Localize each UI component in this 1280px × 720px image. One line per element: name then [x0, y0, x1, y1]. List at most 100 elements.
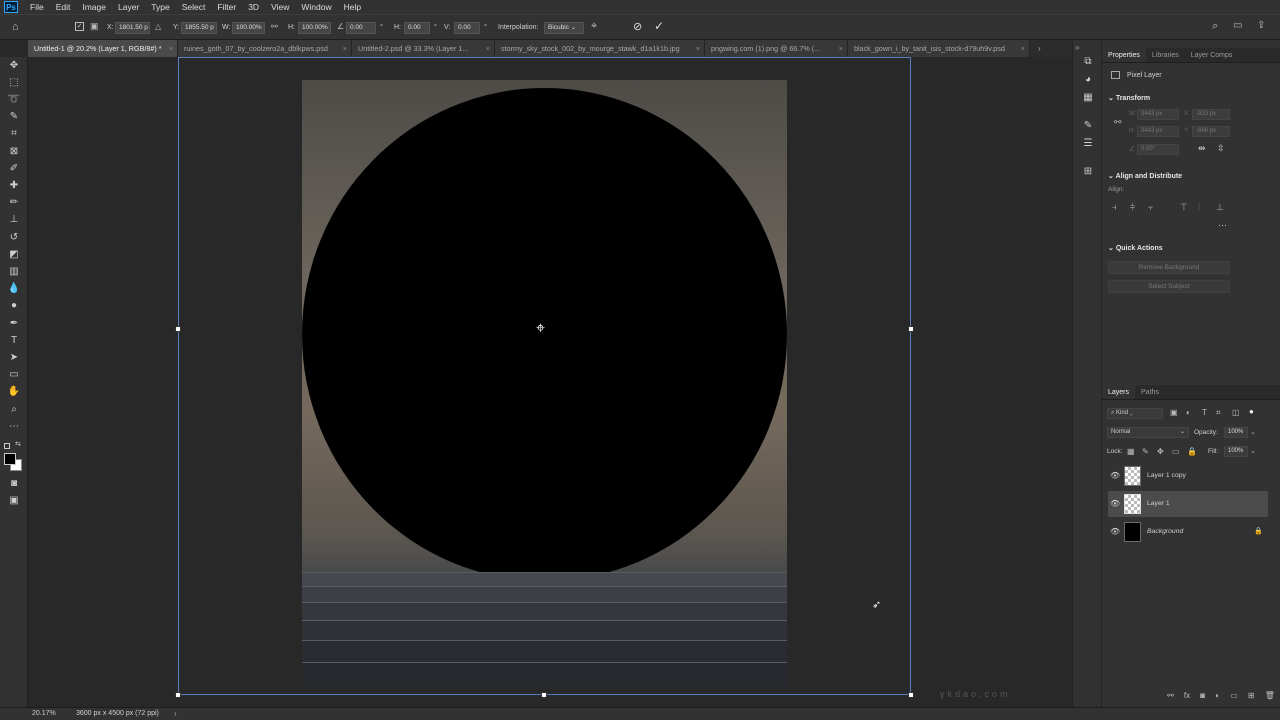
blur-tool-icon[interactable]: 💧 [7, 283, 21, 295]
align-right-icon[interactable]: ⫟ [1148, 202, 1153, 213]
menu-filter[interactable]: Filter [211, 0, 242, 14]
align-bottom-icon[interactable]: ⊥ [1216, 202, 1224, 213]
layer-row-layer-1[interactable]: 👁 Layer 1 [1108, 491, 1268, 517]
lock-artboard-icon[interactable]: ▭ [1172, 447, 1180, 456]
x-position-field[interactable]: 1801.50 p [115, 22, 150, 34]
menu-type[interactable]: Type [145, 0, 175, 14]
gradient-tool-icon[interactable]: ▥ [7, 266, 21, 278]
prop-width-field[interactable]: 3443 px [1137, 109, 1179, 120]
menu-file[interactable]: File [24, 0, 50, 14]
default-colors-icon[interactable] [4, 443, 10, 449]
link-icon[interactable]: ⚯ [1114, 117, 1122, 128]
menu-image[interactable]: Image [76, 0, 112, 14]
filter-smart-object-icon[interactable]: ◫ [1232, 408, 1240, 417]
tab-stormy-sky[interactable]: stormy_sky_stock_002_by_mourge_stawk_d1a… [495, 40, 705, 57]
transform-section-title[interactable]: ⌄ Transform [1108, 94, 1150, 102]
brush-settings-icon[interactable]: ✎ [1082, 120, 1094, 132]
align-left-icon[interactable]: ⫞ [1112, 202, 1117, 213]
visibility-eye-icon[interactable]: 👁 [1110, 491, 1120, 517]
filter-adjustment-icon[interactable]: ◐ [1186, 408, 1191, 417]
close-icon[interactable]: × [486, 40, 490, 57]
type-tool-icon[interactable]: T [7, 335, 21, 347]
reference-point-crosshair-icon[interactable]: ⌖ [536, 321, 545, 337]
link-layers-icon[interactable]: ⚯ [1167, 691, 1174, 705]
align-section-title[interactable]: ⌄ Align and Distribute [1108, 172, 1182, 180]
close-icon[interactable]: × [696, 40, 700, 57]
new-group-icon[interactable]: ▭ [1230, 691, 1238, 705]
fill-field[interactable]: 100% [1224, 446, 1248, 457]
frame-tool-icon[interactable]: ⊠ [7, 146, 21, 158]
menu-window[interactable]: Window [295, 0, 337, 14]
reference-point-checkbox[interactable]: ✓ [75, 22, 84, 31]
cancel-transform-icon[interactable]: ⊘ [633, 20, 642, 33]
delta-icon[interactable]: △ [155, 22, 161, 31]
adjustments-icon[interactable]: ☰ [1082, 138, 1094, 150]
tab-ruines[interactable]: ruines_goth_07_by_coolzero2a_dblkpws.psd… [178, 40, 352, 57]
transform-handle-bottom-left[interactable] [175, 692, 181, 698]
more-tools-icon[interactable]: ⋯ [7, 421, 21, 433]
opacity-dropdown-icon[interactable]: ⌄ [1250, 428, 1256, 436]
vskew-field[interactable]: 0.00 [454, 22, 480, 34]
crop-tool-icon[interactable]: ⌗ [7, 128, 21, 140]
lock-transparent-icon[interactable]: ▦ [1127, 447, 1135, 456]
transform-handle-bottom-right[interactable] [908, 692, 914, 698]
close-icon[interactable]: × [169, 40, 173, 57]
remove-background-button[interactable]: Remove Background [1108, 261, 1230, 274]
reference-point-icon[interactable]: ▣ [90, 21, 99, 32]
styles-icon[interactable]: ⊞ [1082, 166, 1094, 178]
more-tabs-icon[interactable]: › [1038, 40, 1041, 57]
hskew-field[interactable]: 0.00 [404, 22, 430, 34]
select-subject-button[interactable]: Select Subject [1108, 280, 1230, 293]
link-icon[interactable]: ⚯ [271, 22, 278, 31]
close-icon[interactable]: × [839, 40, 843, 57]
screen-mode-icon[interactable]: ▣ [7, 495, 21, 507]
home-icon[interactable]: ⌂ [12, 21, 19, 33]
filter-toggle-icon[interactable]: ● [1249, 407, 1254, 416]
lock-position-icon[interactable]: ✥ [1157, 447, 1164, 456]
zoom-level[interactable]: 20.17% [32, 710, 56, 717]
swap-colors-icon[interactable]: ⇆ [15, 440, 21, 448]
visibility-eye-icon[interactable]: 👁 [1110, 463, 1120, 489]
lock-all-icon[interactable]: 🔒 [1187, 447, 1197, 456]
menu-layer[interactable]: Layer [112, 0, 145, 14]
foreground-color-swatch[interactable] [4, 453, 16, 465]
path-select-icon[interactable]: ➤ [7, 352, 21, 364]
marquee-tool-icon[interactable]: ⬚ [7, 77, 21, 89]
layer-row-layer-1-copy[interactable]: 👁 Layer 1 copy [1108, 463, 1268, 489]
menu-view[interactable]: View [265, 0, 295, 14]
shape-tool-icon[interactable]: ▭ [7, 369, 21, 381]
eyedropper-tool-icon[interactable]: ✐ [7, 163, 21, 175]
search-icon[interactable]: ⌕ [1212, 20, 1218, 33]
y-position-field[interactable]: 1855.50 p [181, 22, 217, 34]
quick-mask-icon[interactable]: ◙ [7, 478, 21, 490]
layer-style-icon[interactable]: fx [1184, 691, 1190, 705]
blend-mode-select[interactable]: Normal ⌄ [1107, 427, 1189, 438]
color-icon[interactable]: ◕ [1082, 74, 1094, 86]
layer-row-background[interactable]: 👁 Background 🔒 [1108, 519, 1268, 545]
tab-untitled-2[interactable]: Untitled-2.psd @ 33.3% (Layer 1... × [352, 40, 495, 57]
quick-actions-section-title[interactable]: ⌄ Quick Actions [1108, 244, 1163, 252]
flip-vertical-icon[interactable]: ⇳ [1217, 143, 1225, 154]
status-menu-chevron-icon[interactable]: › [174, 709, 177, 718]
transform-handle-right[interactable] [908, 326, 914, 332]
prop-x-field[interactable]: -920 px [1192, 109, 1230, 120]
history-brush-icon[interactable]: ↺ [7, 232, 21, 244]
filter-type-icon[interactable]: T [1202, 408, 1207, 417]
eraser-tool-icon[interactable]: ◩ [7, 249, 21, 261]
more-options-icon[interactable]: ⋯ [1218, 220, 1227, 231]
share-icon[interactable]: ⇪ [1257, 20, 1265, 31]
opacity-field[interactable]: 100% [1224, 427, 1248, 438]
menu-select[interactable]: Select [176, 0, 212, 14]
commit-transform-icon[interactable]: ✓ [654, 19, 664, 33]
align-top-icon[interactable]: ⊤ [1180, 202, 1188, 213]
collapse-icon[interactable]: » [1075, 43, 1079, 52]
align-center-h-icon[interactable]: ⫩ [1130, 202, 1135, 213]
menu-edit[interactable]: Edit [50, 0, 77, 14]
brush-tool-icon[interactable]: ✏ [7, 197, 21, 209]
tab-layers[interactable]: Layers [1102, 385, 1136, 399]
prop-y-field[interactable]: -866 px [1192, 126, 1230, 137]
tab-layer-comps[interactable]: Layer Comps [1185, 48, 1239, 62]
flip-horizontal-icon[interactable]: ⇹ [1198, 143, 1206, 154]
interpolation-select[interactable]: Bicubic ⌄ [544, 22, 584, 34]
angle-field[interactable]: 0.00 [346, 22, 376, 34]
